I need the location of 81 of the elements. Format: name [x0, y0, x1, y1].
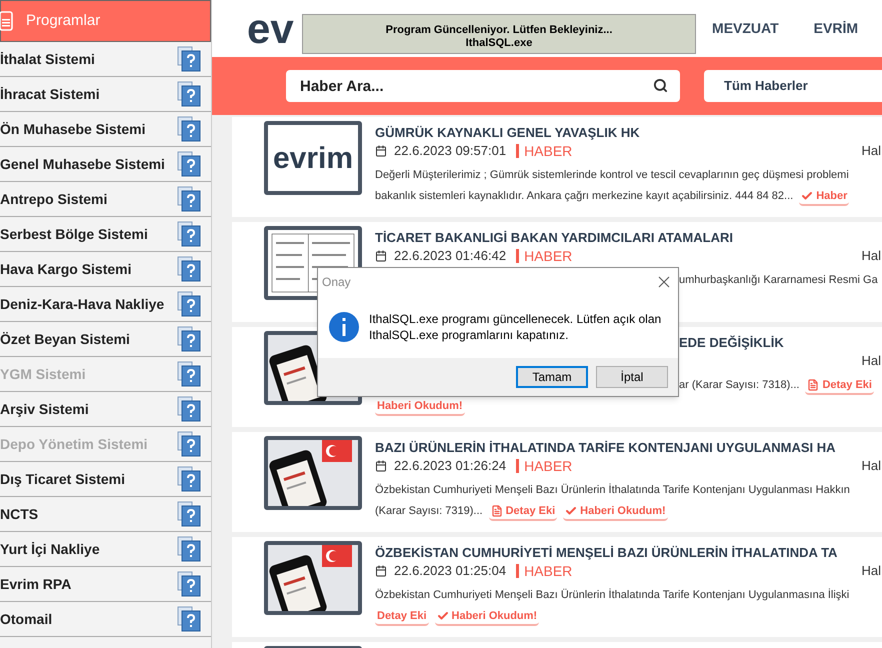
- help-document-icon[interactable]: [177, 221, 201, 247]
- news-meta: Hal: [861, 142, 882, 160]
- help-document-icon[interactable]: [177, 326, 201, 352]
- news-summary: umhurbaşkanlığı Kararnamesi Resmi Ga: [679, 273, 878, 288]
- dialog-button[interactable]: İptal: [596, 366, 668, 388]
- logo[interactable]: ev: [247, 8, 294, 50]
- help-document-icon[interactable]: [177, 396, 201, 422]
- sidebar-item[interactable]: Dış Ticaret Sistemi: [0, 462, 211, 497]
- filter-dropdown[interactable]: Tüm Haberler: [704, 70, 882, 102]
- sidebar-item[interactable]: Genel Muhasebe Sistemi: [0, 147, 211, 182]
- sidebar-item[interactable]: Evrim RPA: [0, 567, 211, 602]
- sidebar-item[interactable]: Özet Beyan Sistemi: [0, 322, 211, 357]
- calendar-icon: [375, 460, 387, 472]
- help-document-icon[interactable]: [177, 186, 201, 212]
- sidebar-item[interactable]: Serbest Bölge Sistemi: [0, 217, 211, 252]
- nav-link[interactable]: MEVZUAT: [712, 18, 779, 39]
- news-category: HABER: [524, 246, 572, 266]
- dialog-message: IthalSQL.exe programı güncellenecek. Lütfen açık olan IthalSQL.exe programlarını kapatınız.: [369, 311, 662, 343]
- news-date: 22.6.2023 09:57:01: [394, 142, 506, 160]
- news-summary: bakanlık sistemleri kaynaklıdır. Ankara çağrı merkezine kayıt açabilirsiniz. 444 84 82...: [375, 189, 794, 204]
- document-icon: [0, 11, 13, 31]
- search-icon[interactable]: [653, 78, 668, 93]
- help-document-icon[interactable]: [177, 501, 201, 527]
- news-title[interactable]: BAZI ÜRÜNLERİN İTHALATINDA TARİFE KONTENJANI UYGULANMASI HA: [375, 440, 836, 455]
- calendar-icon: [375, 565, 387, 577]
- news-summary: Özbekistan Cumhuriyeti Menşeli Bazı Ürünlerin İthalatında Tarife Kontenjanı Uygulanması Hakkın: [375, 482, 850, 498]
- news-title[interactable]: TİCARET BAKANLIGİ BAKAN YARDIMCILARI ATAMALARI: [375, 230, 733, 245]
- sidebar-item[interactable]: Ön Muhasebe Sistemi: [0, 112, 211, 147]
- news-summary: Özbekistan Cumhuriyeti Menşeli Bazı Ürünlerin İthalatında Tarife Kontenjanı Uygulanmasına İlişki: [375, 588, 850, 604]
- sidebar-item[interactable]: NCTS: [0, 497, 211, 532]
- news-category: HABER: [524, 562, 572, 580]
- close-icon[interactable]: [658, 276, 670, 288]
- news-summary: ar (Karar Sayısı: 7318)...: [679, 378, 800, 394]
- help-document-icon[interactable]: [177, 291, 201, 317]
- news-meta: Hal: [861, 457, 882, 476]
- calendar-icon: [375, 250, 387, 262]
- help-document-icon[interactable]: [177, 571, 201, 597]
- news-category: HABER: [524, 142, 572, 160]
- sidebar-item[interactable]: Antrepo Sistemi: [0, 182, 211, 217]
- search-field[interactable]: Haber Ara...: [286, 70, 680, 102]
- news-title[interactable]: EDE DEĞİŞİKLİK: [679, 335, 784, 350]
- pdf-icon: [490, 504, 503, 516]
- sidebar-title: Programlar: [26, 10, 100, 31]
- check-icon: [565, 504, 578, 516]
- thumbnail-logo: evrim: [264, 121, 362, 195]
- sidebar-item[interactable]: İhracat Sistemi: [0, 77, 211, 112]
- sidebar-item[interactable]: Arşiv Sistemi: [0, 392, 211, 427]
- news-meta: Hal: [861, 562, 882, 580]
- info-icon: [329, 312, 359, 342]
- news-summary: Değerli Müşterilerimiz ; Gümrük sistemlerinde kontrol ve tescil cevaplarının geç düşmesi problemi: [375, 168, 849, 184]
- sidebar-item[interactable]: Deniz-Kara-Hava Nakliye: [0, 287, 211, 322]
- dialog-title: Onay: [322, 274, 351, 291]
- dialog-button[interactable]: Tamam: [516, 366, 588, 388]
- calendar-icon: [375, 145, 387, 157]
- pdf-icon: [807, 378, 820, 390]
- news-meta: Hal: [861, 247, 882, 266]
- sidebar-item[interactable]: İthalat Sistemi: [0, 42, 211, 77]
- help-document-icon[interactable]: [177, 256, 201, 282]
- help-document-icon[interactable]: [177, 46, 201, 72]
- help-document-icon[interactable]: [177, 81, 201, 107]
- news-date: 22.6.2023 01:46:42: [394, 247, 506, 266]
- sidebar-item[interactable]: Otomail: [0, 602, 211, 637]
- sidebar-item[interactable]: Hava Kargo Sistemi: [0, 252, 211, 287]
- news-title[interactable]: GÜMRÜK KAYNAKLI GENEL YAVAŞLIK HK: [375, 125, 640, 140]
- check-icon: [801, 190, 814, 202]
- help-document-icon[interactable]: [177, 606, 201, 632]
- sidebar-item[interactable]: Yurt İçi Nakliye: [0, 532, 211, 567]
- progress-text: IthalSQL.exe: [466, 37, 532, 50]
- news-title[interactable]: ÖZBEKİSTAN CUMHURİYETİ MENŞELİ BAZI ÜRÜNLERİN İTHALATINDA TA: [375, 545, 838, 560]
- nav-link[interactable]: EVRİM: [814, 18, 858, 39]
- help-document-icon[interactable]: [177, 466, 201, 492]
- news-category: HABER: [524, 456, 572, 476]
- help-document-icon[interactable]: [177, 151, 201, 177]
- news-date: 22.6.2023 01:26:24: [394, 457, 506, 476]
- news-summary: (Karar Sayısı: 7319)...: [375, 504, 483, 520]
- news-meta: Hal: [861, 352, 882, 370]
- help-document-icon[interactable]: [177, 536, 201, 562]
- progress-text: Program Güncelleniyor. Lütfen Bekleyiniz...: [386, 24, 612, 37]
- check-icon: [436, 610, 449, 622]
- help-document-icon[interactable]: [177, 116, 201, 142]
- news-date: 22.6.2023 01:25:04: [394, 562, 506, 580]
